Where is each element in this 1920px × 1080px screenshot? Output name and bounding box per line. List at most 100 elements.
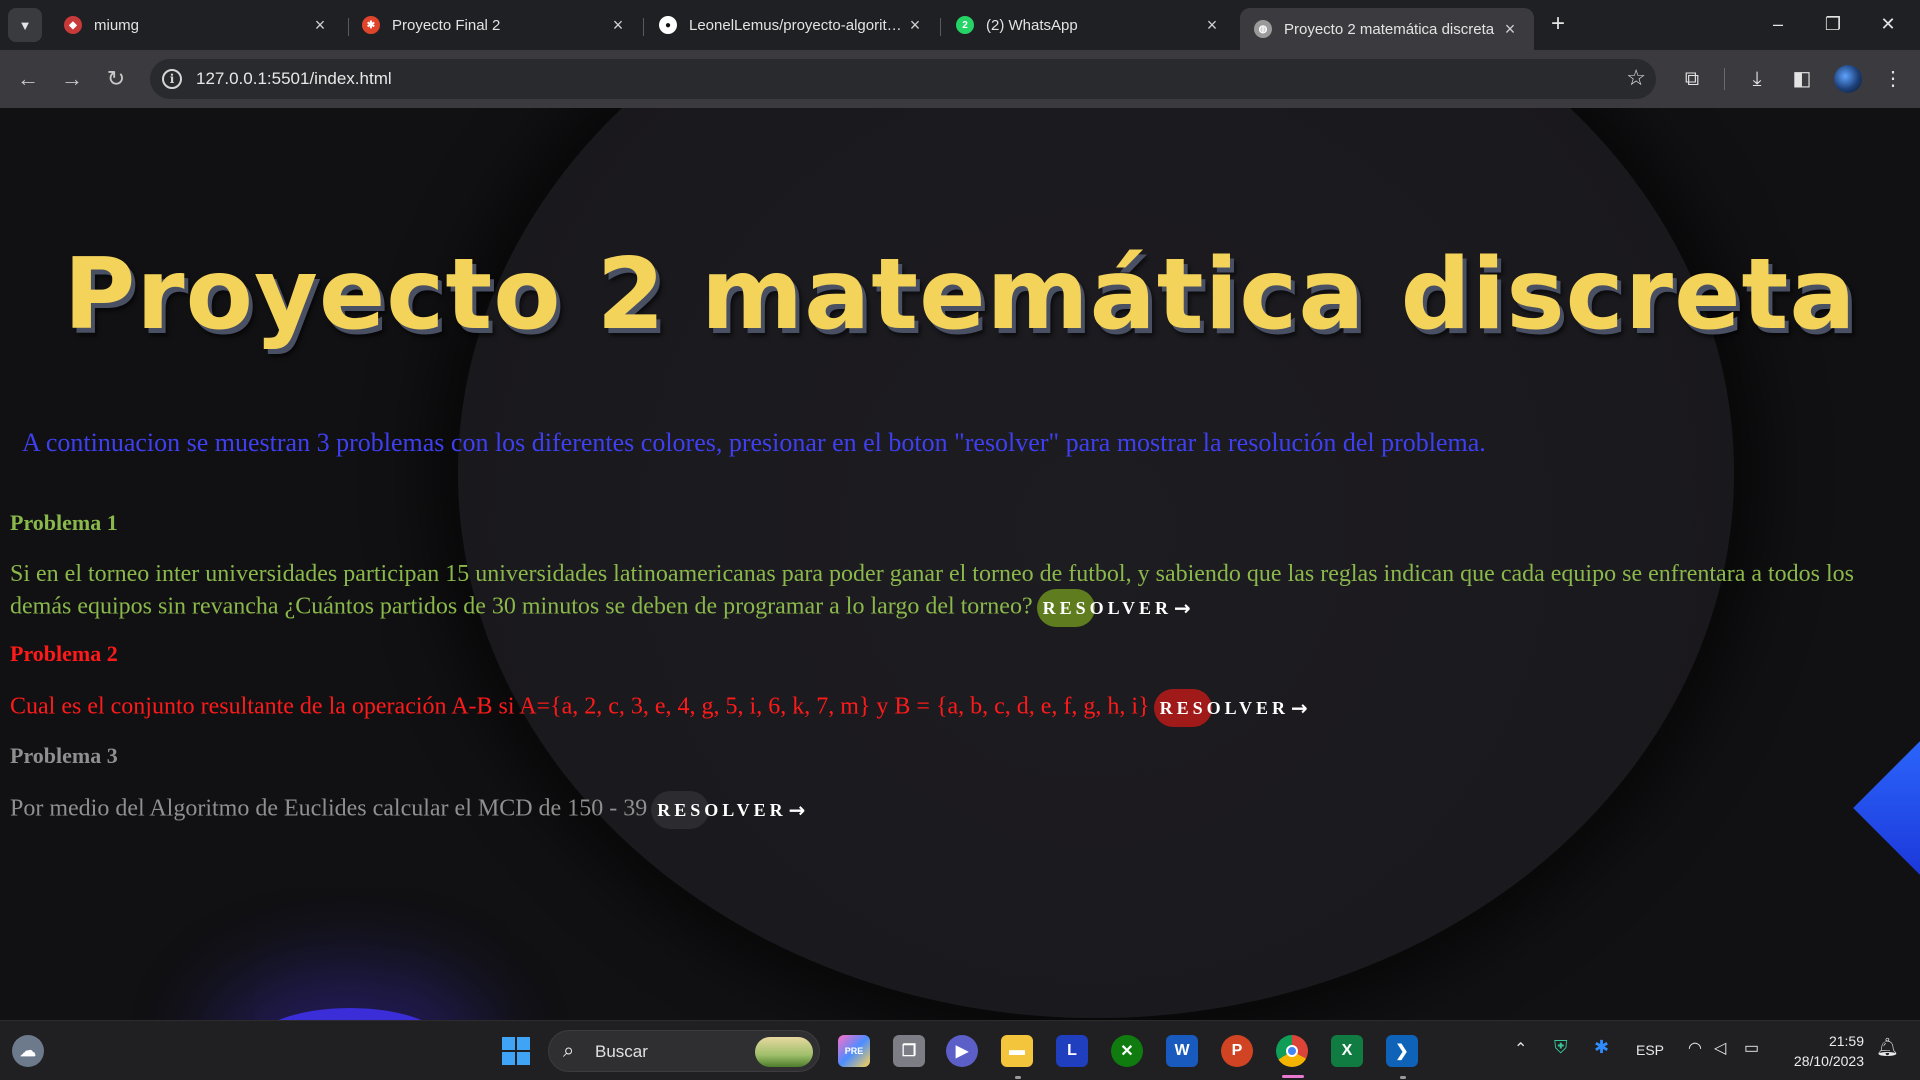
powerpoint-letter: P xyxy=(1231,1042,1243,1059)
arrow-right-icon: → xyxy=(1173,595,1191,620)
weather-icon[interactable]: ☁ xyxy=(12,1035,44,1067)
file-explorer-icon[interactable]: ▬ xyxy=(1001,1035,1033,1067)
teams-chat-icon[interactable]: ▶ xyxy=(946,1035,978,1067)
problem-3-text: Por medio del Algoritmo de Euclides calc… xyxy=(10,791,1910,829)
wifi-icon[interactable]: ◠ xyxy=(1688,1038,1702,1058)
reload-icon: ↻ xyxy=(106,66,126,91)
chrome-center xyxy=(1286,1045,1298,1057)
profile-avatar[interactable] xyxy=(1834,65,1862,93)
task-view-icon[interactable]: ❐ xyxy=(893,1035,925,1067)
bluetooth-icon[interactable]: ✱ xyxy=(1594,1037,1609,1058)
powerpoint-icon[interactable]: P xyxy=(1221,1035,1253,1067)
word-icon[interactable]: W xyxy=(1166,1035,1198,1067)
tab-title: miumg xyxy=(94,16,140,34)
umg-icon: ◆ xyxy=(64,16,82,34)
new-tab-button[interactable]: + xyxy=(1543,10,1573,40)
close-icon[interactable]: × xyxy=(310,15,330,36)
resolver-button-1[interactable]: RESOLVER → xyxy=(1036,589,1197,627)
language-indicator[interactable]: ESP xyxy=(1636,1042,1664,1058)
resolver-button-2[interactable]: RESOLVER → xyxy=(1153,689,1314,727)
resolver-label: RESOLVER xyxy=(1159,697,1289,718)
close-icon[interactable]: × xyxy=(1500,19,1520,40)
back-button[interactable]: ← xyxy=(12,63,44,95)
problem-2-statement: Cual es el conjunto resultante de la ope… xyxy=(10,693,1150,720)
toolbar-separator xyxy=(1724,68,1725,90)
tab-github[interactable]: ● LeonelLemus/proyecto-algoritmos × xyxy=(645,8,939,42)
windows-taskbar: ☁ ⌕ Buscar PRE ❐ ▶ ▬ L ✕ W P X ❯ ⌃ ⛨ ✱ E… xyxy=(0,1020,1920,1080)
arrow-right-icon: → xyxy=(788,797,806,822)
figma-like-icon: ✱ xyxy=(362,16,380,34)
close-icon[interactable]: × xyxy=(608,15,628,36)
problem-2-heading: Problema 2 xyxy=(10,641,118,666)
pre-badge: PRE xyxy=(844,1046,864,1056)
excel-letter: X xyxy=(1341,1042,1353,1059)
security-shield-icon[interactable]: ⛨ xyxy=(1554,1037,1568,1058)
copilot-pre-icon[interactable]: PRE xyxy=(838,1035,870,1067)
problem-3-statement: Por medio del Algoritmo de Euclides calc… xyxy=(10,795,648,822)
running-indicator xyxy=(1015,1076,1021,1079)
tray-chevron-up-icon[interactable]: ⌃ xyxy=(1514,1039,1527,1059)
address-bar[interactable]: i 127.0.0.1:5501/index.html ☆ xyxy=(150,59,1656,99)
page-title: Proyecto 2 matemática discreta xyxy=(63,238,1857,352)
decorative-purple-glow xyxy=(250,1008,450,1020)
close-window-button[interactable]: ✕ xyxy=(1868,8,1908,40)
tab-proyecto-2-active[interactable]: ◍ Proyecto 2 matemática discreta × xyxy=(1240,8,1534,50)
problem-1-text: Si en el torneo inter universidades part… xyxy=(10,560,1910,627)
browser-tabstrip: ▼ ◆ miumg × ✱ Proyecto Final 2 × ● Leone… xyxy=(0,0,1920,50)
url-text[interactable]: 127.0.0.1:5501/index.html xyxy=(196,69,392,89)
tab-whatsapp[interactable]: 2 (2) WhatsApp × xyxy=(942,8,1236,42)
notification-bell-icon[interactable]: 🔔︎ xyxy=(1876,1037,1899,1058)
battery-icon[interactable]: ▭ xyxy=(1744,1038,1759,1058)
active-app-indicator xyxy=(1282,1075,1304,1078)
close-icon[interactable]: × xyxy=(1202,15,1222,36)
launcher-letter: L xyxy=(1067,1042,1077,1059)
bookmark-star-icon[interactable]: ☆ xyxy=(1626,65,1646,91)
tab-search-button[interactable]: ▼ xyxy=(8,8,42,42)
reload-button[interactable]: ↻ xyxy=(100,63,132,95)
chrome-icon[interactable] xyxy=(1276,1035,1308,1067)
tab-separator xyxy=(643,18,644,36)
taskbar-clock[interactable]: 21:59 28/10/2023 xyxy=(1784,1031,1864,1071)
github-icon: ● xyxy=(659,16,677,34)
minimize-button[interactable]: – xyxy=(1758,8,1798,40)
vscode-icon[interactable]: ❯ xyxy=(1386,1035,1418,1067)
tab-miumg[interactable]: ◆ miumg × xyxy=(50,8,344,42)
tab-separator xyxy=(940,18,941,36)
chevron-down-icon: ▼ xyxy=(18,17,32,33)
running-indicator xyxy=(1400,1076,1406,1079)
volume-icon[interactable]: ◁ xyxy=(1714,1038,1726,1058)
page-viewport: Proyecto 2 matemática discreta A continu… xyxy=(0,108,1920,1020)
word-letter: W xyxy=(1174,1042,1190,1059)
resolver-button-3[interactable]: RESOLVER → xyxy=(651,791,811,829)
more-menu-icon[interactable]: ⋮ xyxy=(1878,64,1908,94)
tab-title: Proyecto Final 2 xyxy=(392,16,501,34)
xbox-icon[interactable]: ✕ xyxy=(1111,1035,1143,1067)
resolver-label: RESOLVER xyxy=(657,799,787,820)
excel-icon[interactable]: X xyxy=(1331,1035,1363,1067)
intro-text: A continuacion se muestran 3 problemas c… xyxy=(22,428,1486,457)
whatsapp-badge: 2 xyxy=(962,19,968,31)
whatsapp-icon: 2 xyxy=(956,16,974,34)
windows-logo-icon xyxy=(502,1037,530,1065)
launcher-l-icon[interactable]: L xyxy=(1056,1035,1088,1067)
resolver-label: RESOLVER xyxy=(1042,597,1172,618)
problem-1-statement: Si en el torneo inter universidades part… xyxy=(10,561,1855,620)
search-highlight-image xyxy=(755,1037,813,1067)
problem-2-text: Cual es el conjunto resultante de la ope… xyxy=(10,689,1910,727)
tab-proyecto-final[interactable]: ✱ Proyecto Final 2 × xyxy=(348,8,642,42)
clock-time: 21:59 xyxy=(1828,1033,1864,1049)
restore-button[interactable]: ❐ xyxy=(1813,8,1853,40)
forward-button[interactable]: → xyxy=(56,63,88,95)
problem-1-heading: Problema 1 xyxy=(10,510,118,535)
taskbar-search[interactable]: ⌕ Buscar xyxy=(548,1030,820,1072)
close-icon[interactable]: × xyxy=(905,15,925,36)
download-icon[interactable]: ⤓ xyxy=(1742,64,1772,94)
clock-date: 28/10/2023 xyxy=(1793,1053,1864,1069)
extensions-icon[interactable]: ⧉ xyxy=(1677,64,1707,94)
windows-start-icon[interactable] xyxy=(500,1035,532,1067)
search-icon: ⌕ xyxy=(563,1040,575,1062)
side-panel-icon[interactable]: ◧ xyxy=(1787,64,1817,94)
tab-title: Proyecto 2 matemática discreta xyxy=(1284,20,1495,38)
arrow-right-icon: → xyxy=(61,66,83,91)
site-info-icon[interactable]: i xyxy=(162,69,182,89)
